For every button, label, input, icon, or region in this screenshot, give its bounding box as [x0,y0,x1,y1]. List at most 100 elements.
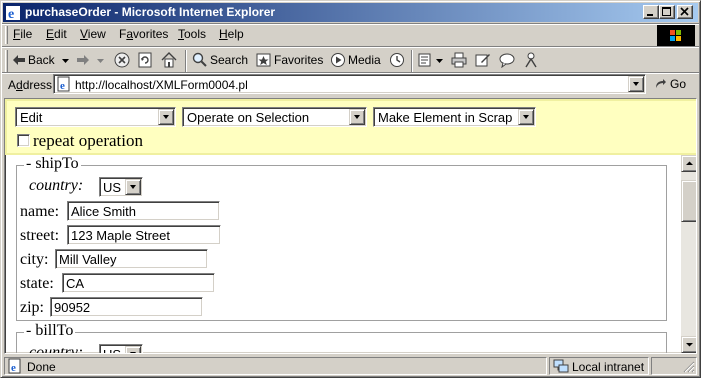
address-url[interactable]: http://localhost/XMLForm0004.pl [75,78,248,92]
print-button[interactable] [451,52,467,70]
billto-country-dropdown-button[interactable] [125,346,141,353]
edit-page-icon [475,54,490,67]
edit-page-button[interactable] [475,52,491,70]
shipto-street-input[interactable]: 123 Maple Street [67,225,221,245]
operate-select-dropdown-button[interactable] [349,109,365,125]
shipto-street-label: street: [20,227,60,244]
scroll-up-arrow-icon [686,161,693,165]
messenger-icon [525,52,537,68]
maximize-icon [662,7,671,16]
favorites-star-icon [256,53,271,67]
back-label: Back [28,53,55,67]
menu-file[interactable]: File [13,27,32,41]
shipto-state-label: state: [20,275,54,292]
toolbar-grip [5,50,8,72]
forward-arrow-icon [77,55,89,65]
xmlform-toolbar: Edit Operate on Selection Make Element i… [5,99,696,155]
refresh-button[interactable] [137,52,153,70]
shipto-name-label: name: [20,203,60,220]
zone-panel: Local intranet [549,357,649,375]
messenger-button[interactable] [523,52,539,70]
home-button[interactable] [161,52,177,70]
zone-text: Local intranet [572,360,645,374]
local-intranet-icon [553,359,569,373]
svg-text:e: e [8,7,14,21]
resize-grip-icon[interactable] [683,361,695,373]
back-arrow-icon [13,55,25,65]
shipto-state-value: CA [66,276,85,291]
page-done-icon: e [8,358,21,374]
shipto-street-value: 123 Maple Street [71,228,171,243]
status-message-panel: e Done [4,357,547,375]
toolbar-separator [185,50,187,72]
history-icon [390,53,404,67]
vertical-scrollbar[interactable] [681,155,696,353]
go-arrow-icon [656,79,666,88]
repeat-operation-checkbox[interactable] [17,134,30,147]
mail-dropdown-icon[interactable] [436,57,444,65]
toolbar-separator [411,50,413,72]
scroll-up-button[interactable] [681,155,696,172]
minimize-icon [647,14,653,16]
maximize-button[interactable] [659,5,675,19]
form-scroll-area: - shipTo country: US name: Alice Smith s… [5,155,680,354]
edit-select-dropdown-button[interactable] [158,109,174,125]
billto-country-label: country: [29,344,84,354]
stop-icon [114,52,130,68]
svg-text:e: e [11,362,16,374]
windows-flag-icon [670,30,681,41]
page-content: Edit Operate on Selection Make Element i… [4,98,697,354]
make-element-select[interactable]: Make Element in Scrap [373,107,536,127]
media-label: Media [348,53,381,67]
operate-select-value: Operate on Selection [187,110,310,125]
shipto-zip-input[interactable]: 90952 [50,297,203,317]
menu-help[interactable]: Help [219,27,244,41]
size-grip-panel[interactable] [651,357,697,375]
operate-select[interactable]: Operate on Selection [182,107,367,127]
menu-tools[interactable]: Tools [178,27,206,41]
search-icon [192,52,207,67]
shipto-zip-label: zip: [20,299,44,316]
billto-country-select[interactable]: US [99,344,143,353]
shipto-country-dropdown-button[interactable] [125,179,141,195]
title-bar[interactable]: e purchaseOrder - Microsoft Internet Exp… [3,3,698,22]
shipto-state-input[interactable]: CA [62,273,215,293]
refresh-icon [138,52,152,68]
scroll-down-button[interactable] [681,336,696,353]
make-element-select-value: Make Element in Scrap [378,110,513,125]
forward-dropdown-icon[interactable] [97,57,105,65]
menu-top-divider [2,23,699,25]
address-label: Address [8,78,53,92]
shipto-legend[interactable]: - shipTo [24,155,81,173]
home-icon [161,52,177,68]
menu-favorites[interactable]: Favorites [119,27,168,41]
history-button[interactable] [389,52,405,70]
make-element-select-dropdown-button[interactable] [518,109,534,125]
scroll-thumb[interactable] [681,180,696,222]
discuss-button[interactable] [499,52,515,70]
close-button[interactable] [677,5,693,19]
billto-legend[interactable]: - billTo [24,322,76,340]
shipto-country-select[interactable]: US [99,177,143,197]
menu-view[interactable]: View [80,27,106,41]
ie-logo-icon: e [6,6,20,21]
windows-logo [657,25,695,47]
menubar-grip [5,26,8,44]
edit-select[interactable]: Edit [15,107,176,127]
address-bar[interactable]: e http://localhost/XMLForm0004.pl [53,74,646,94]
shipto-country-label: country: [29,177,84,194]
shipto-city-input[interactable]: Mill Valley [55,249,208,269]
print-icon [451,52,467,68]
shipto-country-value: US [103,180,122,195]
stop-button[interactable] [114,52,130,70]
minimize-button[interactable] [643,5,659,19]
shipto-name-input[interactable]: Alice Smith [67,201,220,221]
address-dropdown-button[interactable] [628,76,644,92]
close-icon [680,7,689,16]
mail-button[interactable] [418,52,444,70]
menu-edit[interactable]: Edit [46,27,67,41]
go-label: Go [670,77,687,91]
shipto-zip-value: 90952 [54,300,91,315]
back-dropdown-icon[interactable] [62,57,70,65]
status-text: Done [27,360,56,374]
